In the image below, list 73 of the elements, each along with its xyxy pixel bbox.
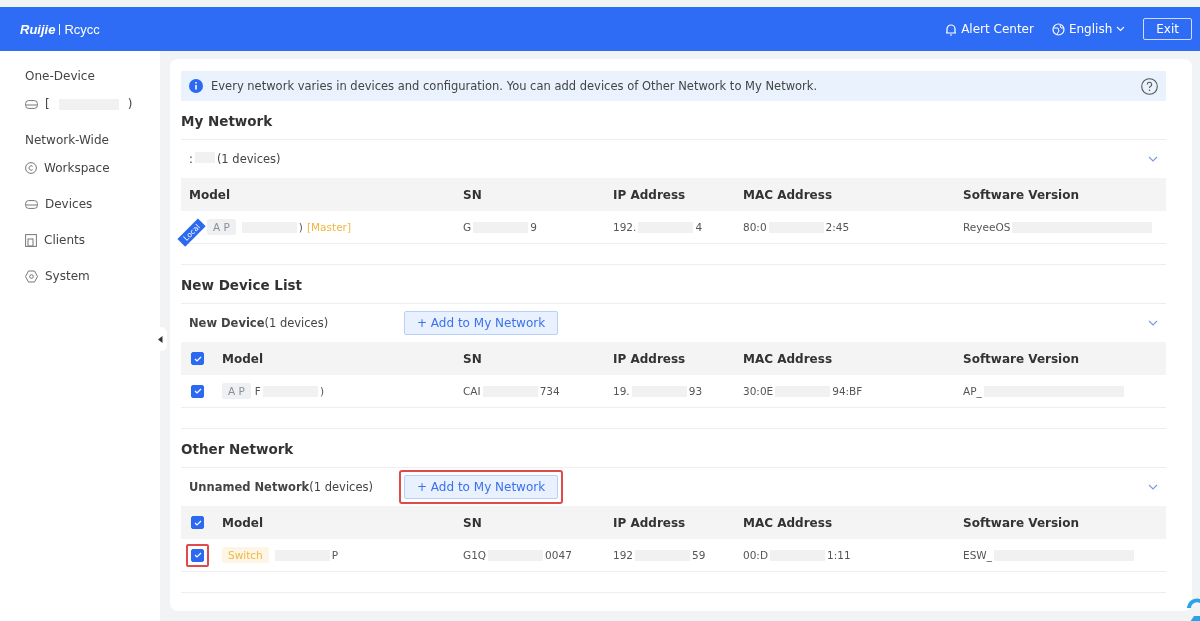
check-icon bbox=[193, 355, 202, 362]
info-icon bbox=[189, 79, 203, 93]
table-cell-text: 19. 93 bbox=[612, 385, 704, 397]
device-type-tag: Switch bbox=[222, 547, 269, 563]
add-to-network-button[interactable]: + Add to My Network bbox=[404, 475, 559, 499]
column-header: SN bbox=[462, 187, 483, 202]
column-header: Model bbox=[221, 515, 265, 530]
chevron-down-icon[interactable] bbox=[1148, 156, 1158, 162]
sidebar-heading: Network-Wide bbox=[25, 133, 110, 147]
language-dropdown[interactable]: English bbox=[1051, 22, 1126, 36]
row-checkbox[interactable] bbox=[191, 384, 204, 398]
master-label: [Master] bbox=[306, 221, 352, 233]
device-model: P bbox=[272, 549, 339, 561]
check-icon bbox=[193, 552, 202, 558]
table-cell-text: 30:0E 94:BF bbox=[742, 385, 864, 397]
section-title: My Network bbox=[181, 113, 274, 129]
column-header: MAC Address bbox=[742, 351, 834, 366]
caret-icon bbox=[1116, 26, 1126, 32]
column-header: MAC Address bbox=[742, 187, 834, 202]
select-all-checkbox[interactable] bbox=[191, 516, 204, 529]
help-icon[interactable] bbox=[1141, 77, 1158, 95]
bell-icon bbox=[945, 22, 958, 36]
phone-icon bbox=[25, 233, 37, 247]
check-icon bbox=[193, 388, 202, 394]
info-text: Every network varies in devices and configuration. You can add devices of Other Network to My Network. bbox=[211, 79, 819, 93]
sidebar-heading: One-Device bbox=[25, 69, 96, 83]
row-checkbox[interactable] bbox=[191, 548, 204, 562]
group-name: : (1 devices) bbox=[189, 152, 282, 166]
table-cell-text: 00:D 1:11 bbox=[742, 549, 852, 561]
device-model: F ) bbox=[254, 385, 324, 397]
section-title: New Device List bbox=[181, 277, 303, 293]
chevron-down-icon[interactable] bbox=[1148, 320, 1158, 326]
column-header: IP Address bbox=[612, 187, 687, 202]
column-header: Software Version bbox=[962, 187, 1080, 202]
chevron-down-icon[interactable] bbox=[1148, 484, 1158, 490]
router-icon bbox=[25, 199, 38, 209]
device-type-tag: A P bbox=[207, 219, 236, 235]
column-header: IP Address bbox=[612, 351, 687, 366]
column-header: Software Version bbox=[962, 515, 1080, 530]
device-type-tag: A P bbox=[222, 383, 251, 399]
column-header: MAC Address bbox=[742, 515, 834, 530]
group-name: Unnamed Network(1 devices) bbox=[189, 480, 374, 494]
section-title: Other Network bbox=[181, 441, 295, 457]
device-model: ) bbox=[239, 221, 303, 233]
table-cell-text: CAI 734 bbox=[462, 385, 561, 397]
table-cell-text: 192. 4 bbox=[612, 221, 704, 233]
sidebar-item[interactable]: Clients bbox=[25, 233, 160, 247]
sidebar-item[interactable]: [ ) bbox=[25, 97, 160, 111]
sidebar-item[interactable]: System bbox=[25, 269, 160, 283]
sidebar-item[interactable]: Devices bbox=[25, 197, 160, 211]
column-header: SN bbox=[462, 351, 483, 366]
table-cell-text: G1Q 0047 bbox=[462, 549, 573, 561]
globe-icon bbox=[1051, 22, 1065, 36]
alert-center-link[interactable]: Alert Center bbox=[945, 22, 1034, 36]
circle-c-icon bbox=[25, 162, 37, 174]
column-header: IP Address bbox=[612, 515, 687, 530]
logo: Ruijie Rcycc bbox=[20, 21, 100, 37]
router-icon bbox=[25, 99, 38, 109]
gear-icon bbox=[25, 269, 38, 283]
add-to-network-button[interactable]: + Add to My Network bbox=[404, 311, 559, 335]
table-cell-text: G 9 bbox=[462, 221, 538, 233]
caret-left-icon bbox=[158, 335, 163, 343]
column-header: SN bbox=[462, 515, 483, 530]
check-icon bbox=[193, 519, 202, 526]
column-header: Software Version bbox=[962, 351, 1080, 366]
group-name: New Device(1 devices) bbox=[189, 316, 330, 330]
table-cell-text: 80:0 2:45 bbox=[742, 221, 851, 233]
column-header: Model bbox=[221, 351, 265, 366]
exit-button[interactable]: Exit bbox=[1143, 18, 1192, 40]
column-header: Model bbox=[188, 187, 232, 202]
table-cell-text: 192 59 bbox=[612, 549, 707, 561]
sidebar-item[interactable]: Workspace bbox=[25, 161, 160, 175]
select-all-checkbox[interactable] bbox=[191, 352, 204, 365]
